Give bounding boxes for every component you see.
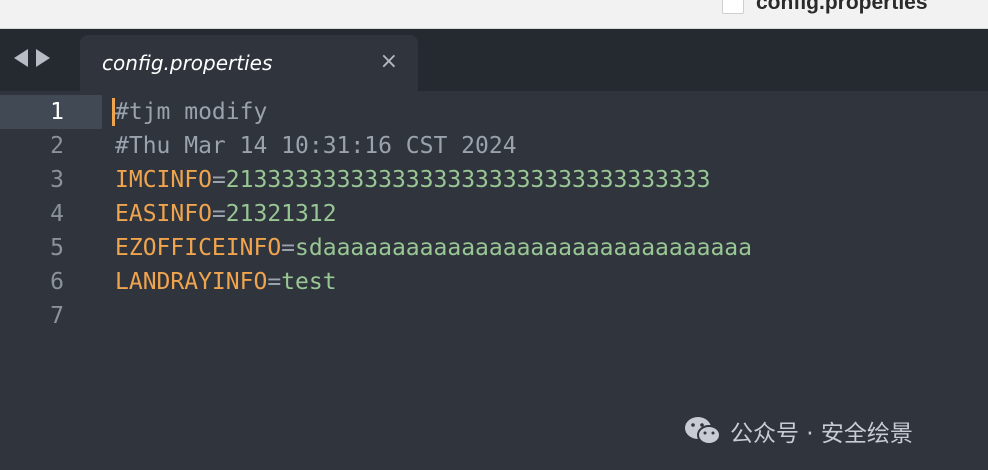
equals-sign: =	[267, 269, 282, 295]
equals-sign: =	[211, 201, 226, 227]
tab-config-properties[interactable]: config.properties ×	[80, 35, 418, 91]
code-text[interactable]: LANDRAYINFO=test	[115, 265, 337, 299]
property-value: sdaaaaaaaaaaaaaaaaaaaaaaaaaaaaaaa	[295, 235, 752, 261]
code-line: 4 EASINFO=21321312	[0, 197, 988, 231]
wechat-icon	[685, 417, 721, 445]
code-text[interactable]: #Thu Mar 14 10:31:16 CST 2024	[115, 129, 517, 163]
close-tab-icon[interactable]: ×	[380, 49, 398, 75]
line-number: 7	[50, 303, 64, 329]
equals-sign: =	[211, 167, 226, 193]
line-number: 1	[0, 95, 102, 129]
tab-label: config.properties	[102, 51, 273, 75]
forward-arrow-icon[interactable]	[36, 49, 50, 67]
code-line: 3 IMCINFO=213333333333333333333333333333…	[0, 163, 988, 197]
code-text[interactable]: EZOFFICEINFO=sdaaaaaaaaaaaaaaaaaaaaaaaaa…	[115, 231, 752, 265]
property-key: LANDRAYINFO	[115, 269, 268, 295]
comment-text: #tjm modify	[115, 99, 268, 125]
watermark: 公众号 · 安全绘景	[684, 414, 913, 448]
window-title: config.properties	[756, 0, 928, 14]
editor-window: config.properties config.properties × 1 …	[0, 0, 988, 470]
line-number: 2	[50, 133, 64, 159]
comment-text: #Thu Mar 14 10:31:16 CST 2024	[115, 133, 517, 159]
property-value: test	[281, 269, 337, 295]
code-line: 6 LANDRAYINFO=test	[0, 265, 988, 299]
code-line: 5 EZOFFICEINFO=sdaaaaaaaaaaaaaaaaaaaaaaa…	[0, 231, 988, 265]
code-text[interactable]: EASINFO=21321312	[115, 197, 337, 231]
property-key: IMCINFO	[115, 167, 212, 193]
back-arrow-icon[interactable]	[14, 49, 28, 67]
code-text[interactable]: #tjm modify	[115, 95, 267, 129]
line-number: 4	[50, 201, 64, 227]
history-navigation	[14, 49, 50, 71]
property-key: EASINFO	[115, 201, 212, 227]
watermark-text: 公众号 · 安全绘景	[730, 421, 913, 447]
code-line: 2 #Thu Mar 14 10:31:16 CST 2024	[0, 129, 988, 163]
equals-sign: =	[281, 235, 296, 261]
tab-bar: config.properties ×	[0, 29, 988, 91]
line-number: 5	[50, 235, 64, 261]
property-value: 21333333333333333333333333333333333	[225, 167, 711, 193]
code-text[interactable]: IMCINFO=21333333333333333333333333333333…	[115, 163, 710, 197]
property-key: EZOFFICEINFO	[115, 235, 282, 261]
document-icon	[722, 0, 744, 14]
title-bar: config.properties	[0, 0, 988, 29]
code-line: 7	[0, 299, 988, 333]
line-number: 6	[50, 269, 64, 295]
property-value: 21321312	[225, 201, 337, 227]
line-number: 3	[50, 167, 64, 193]
code-line: 1 #tjm modify	[0, 95, 988, 129]
